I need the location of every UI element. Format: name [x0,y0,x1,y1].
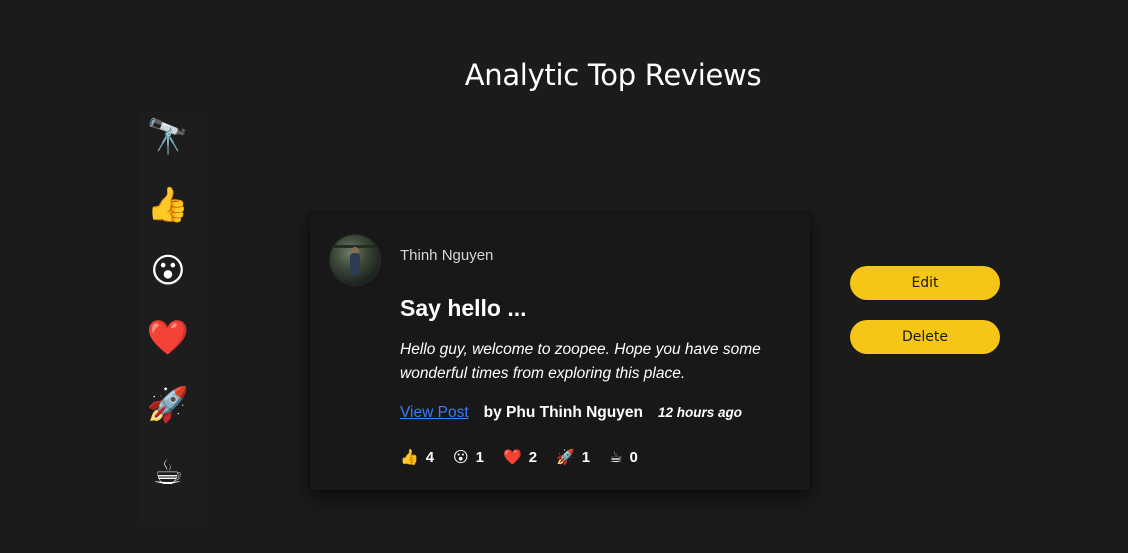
reaction-count: 0 [629,448,638,466]
post-title: Say hello ... [400,295,527,321]
reaction-rocket[interactable]: 🚀 1 [556,448,590,466]
reaction-astonished[interactable]: 😮 1 [453,448,484,466]
reaction-counts: 👍 4 😮 1 ❤️ 2 🚀 1 ☕ 0 [400,448,657,466]
reaction-count: 1 [581,448,591,466]
edit-button[interactable]: Edit [850,266,1000,300]
review-card: Thinh Nguyen Say hello ... Hello guy, we… [310,214,810,490]
astonished-face-icon: 😮 [453,448,469,466]
sidebar-item-rocket[interactable]: 🚀 [140,380,196,430]
reaction-count: 2 [528,448,538,466]
sidebar-item-astonished[interactable]: 😮 [140,246,196,296]
astonished-face-icon: 😮 [150,251,186,291]
binoculars-icon: 🔭 [146,117,190,157]
reaction-count: 1 [475,448,485,466]
reaction-sidebar: 🔭 👍 😮 ❤️ 🚀 ☕ [140,112,206,522]
reaction-count: 4 [425,448,435,466]
sidebar-item-heart[interactable]: ❤️ [140,313,196,363]
coffee-icon: ☕ [609,448,623,466]
avatar[interactable] [330,235,380,285]
page: Analytic Top Reviews 🔭 👍 😮 ❤️ 🚀 ☕ Thinh … [0,0,1128,553]
reaction-thumbs-up[interactable]: 👍 4 [400,448,434,466]
post-timestamp: 12 hours ago [657,405,742,420]
post-author: by Phu Thinh Nguyen [483,404,643,421]
post-body: Hello guy, welcome to zoopee. Hope you h… [400,341,761,382]
post-meta: View Post by Phu Thinh Nguyen 12 hours a… [400,404,742,422]
heart-icon: ❤️ [503,448,522,466]
view-post-link[interactable]: View Post [400,404,469,422]
sidebar-item-coffee[interactable]: ☕ [140,448,196,498]
rocket-icon: 🚀 [146,385,190,425]
rocket-icon: 🚀 [556,448,575,466]
thumbs-up-icon: 👍 [146,185,190,225]
sidebar-item-binoculars[interactable]: 🔭 [140,112,196,162]
page-title: Analytic Top Reviews [464,58,762,92]
thumbs-up-icon: 👍 [400,448,419,466]
reaction-heart[interactable]: ❤️ 2 [503,448,537,466]
coffee-icon: ☕ [152,453,184,493]
heart-icon: ❤️ [146,318,190,358]
author-name: Thinh Nguyen [400,247,494,264]
avatar-photo-detail [350,253,360,275]
delete-button[interactable]: Delete [850,320,1000,354]
reaction-coffee[interactable]: ☕ 0 [609,448,638,466]
sidebar-item-thumbs-up[interactable]: 👍 [140,180,196,230]
